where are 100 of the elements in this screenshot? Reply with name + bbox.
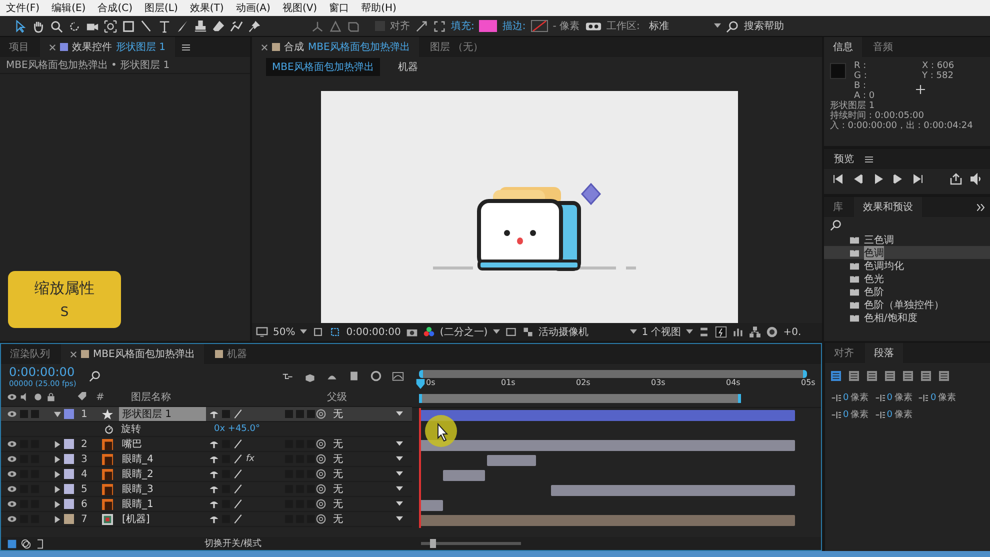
camera-dropdown[interactable]: 活动摄像机 — [538, 325, 625, 339]
menu-item[interactable]: 编辑(E) — [52, 1, 86, 15]
last-frame-icon[interactable] — [912, 173, 924, 185]
expand-arrow-icon[interactable] — [54, 440, 61, 448]
toggle-box[interactable] — [307, 500, 315, 508]
label-color-swatch[interactable] — [64, 454, 74, 464]
indent-value[interactable]: 0 — [930, 392, 936, 402]
render-icon[interactable] — [715, 326, 728, 338]
previous-frame-icon[interactable] — [852, 173, 864, 185]
brush-tool-icon[interactable] — [176, 20, 189, 32]
search-icon[interactable] — [89, 370, 101, 382]
expand-arrow-icon[interactable] — [54, 486, 61, 492]
effect-item[interactable]: 色阶（单独控件） — [824, 298, 990, 311]
align-icon[interactable] — [939, 371, 949, 381]
stopwatch-icon[interactable] — [104, 424, 114, 434]
label-color-swatch[interactable] — [64, 499, 74, 509]
parent-dropdown[interactable]: 无 — [329, 512, 391, 526]
first-frame-icon[interactable] — [832, 173, 844, 185]
fill-swatch[interactable] — [479, 20, 498, 32]
parent-dropdown[interactable]: 无 — [329, 407, 391, 421]
tree-icon[interactable] — [749, 326, 762, 338]
layer-row[interactable]: 7 [机器] 无 — [1, 512, 412, 527]
type-tool-icon[interactable] — [158, 20, 171, 32]
caret-icon[interactable] — [396, 456, 403, 462]
toggle-box[interactable] — [307, 470, 315, 478]
toggle-box[interactable] — [307, 515, 315, 523]
toggle-box[interactable] — [307, 485, 315, 493]
frame-icon[interactable] — [433, 20, 446, 32]
search-icon[interactable] — [830, 219, 842, 231]
align-icon[interactable] — [867, 371, 877, 381]
hand-tool-icon[interactable] — [32, 20, 45, 32]
layer-name[interactable]: 嘴巴 — [119, 437, 206, 451]
checkerboard-icon[interactable] — [522, 326, 534, 338]
eye-icon[interactable] — [7, 514, 17, 524]
label-color-swatch[interactable] — [64, 469, 74, 479]
channels-icon[interactable] — [422, 326, 435, 338]
menu-icon[interactable] — [865, 156, 873, 162]
panel-tab[interactable]: 音频 — [864, 37, 902, 57]
stamp-tool-icon[interactable] — [194, 20, 207, 32]
eye-icon[interactable] — [7, 409, 17, 419]
panel-tab[interactable]: 机器 — [206, 344, 256, 364]
current-time[interactable]: 0:00:00:00 — [346, 326, 401, 338]
toggle-box[interactable] — [307, 410, 315, 418]
layer-row[interactable]: 3 眼睛_4 fx 无 — [1, 452, 412, 467]
label-color-swatch[interactable] — [64, 484, 74, 494]
menu-item[interactable]: 视图(V) — [282, 1, 318, 15]
layer-name[interactable]: 眼睛_2 — [119, 467, 206, 481]
toggle-box[interactable] — [20, 410, 28, 418]
close-icon[interactable] — [49, 44, 56, 50]
parent-dropdown[interactable]: 无 — [329, 452, 391, 466]
indent-value[interactable]: 0 — [886, 410, 892, 420]
effect-item[interactable]: 色光 — [824, 272, 990, 285]
playhead-handle[interactable] — [416, 379, 425, 389]
caret-icon[interactable] — [396, 441, 403, 447]
select-tool-icon[interactable] — [14, 20, 27, 32]
label-color-swatch[interactable] — [64, 409, 74, 419]
vr-icon[interactable] — [584, 20, 602, 32]
align-icon[interactable] — [903, 371, 913, 381]
expand-arrow-icon[interactable] — [54, 516, 61, 522]
orbit-tool-icon[interactable] — [104, 20, 117, 32]
eraser-tool-icon[interactable] — [212, 20, 225, 32]
work-area-bar[interactable] — [419, 394, 741, 402]
align-icon[interactable] — [885, 371, 895, 381]
eye-icon[interactable] — [7, 439, 17, 449]
panel-tab[interactable]: MBE风格面包加热弹出 — [61, 344, 204, 364]
effect-badge[interactable]: fx — [246, 454, 254, 464]
eye-icon[interactable] — [7, 454, 17, 464]
panel-tab[interactable]: 图层 （无） — [420, 37, 492, 57]
layer-row[interactable]: 4 眼睛_2 无 — [1, 467, 412, 482]
effect-item[interactable]: 色相/饱和度 — [824, 311, 990, 324]
toggle-box[interactable] — [31, 410, 39, 418]
expand-arrow-icon[interactable] — [54, 410, 61, 418]
menu-item[interactable]: 窗口 — [329, 1, 350, 15]
monitor-icon[interactable] — [256, 326, 268, 338]
caret-icon[interactable] — [714, 23, 721, 29]
menu-item[interactable]: 合成(C) — [98, 1, 132, 15]
breadcrumb-item[interactable]: 机器 — [392, 58, 424, 76]
next-frame-icon[interactable] — [892, 173, 904, 185]
pick-whip-icon[interactable] — [316, 409, 326, 419]
graph-editor-icon[interactable] — [392, 370, 404, 382]
parent-dropdown[interactable]: 无 — [329, 497, 391, 511]
quality-slash-icon[interactable] — [233, 409, 243, 419]
region-icon[interactable] — [504, 326, 517, 338]
toggle-box[interactable] — [307, 455, 315, 463]
caret-icon[interactable] — [396, 516, 403, 522]
expand-arrow-icon[interactable] — [54, 500, 61, 508]
expand-icon[interactable] — [415, 20, 428, 32]
layer-row[interactable]: 1 形状图层 1 无 — [1, 407, 412, 422]
switches-modes-toggle[interactable]: 切换开关/模式 — [204, 537, 262, 550]
bracket-icon[interactable] — [35, 538, 45, 548]
parent-dropdown[interactable]: 无 — [329, 482, 391, 496]
zoom-tool-icon[interactable] — [50, 20, 63, 32]
rect-tool-icon[interactable] — [122, 20, 135, 32]
overlap-icon[interactable] — [21, 538, 31, 548]
chart-icon[interactable] — [732, 326, 744, 338]
menu-item[interactable]: 帮助(H) — [361, 1, 396, 15]
parent-dropdown[interactable]: 无 — [329, 437, 391, 451]
timecode[interactable]: 0:00:00:00 — [9, 364, 79, 378]
zoom-dropdown[interactable]: 50% — [273, 326, 296, 338]
layer-row[interactable]: 5 眼睛_3 无 — [1, 482, 412, 497]
